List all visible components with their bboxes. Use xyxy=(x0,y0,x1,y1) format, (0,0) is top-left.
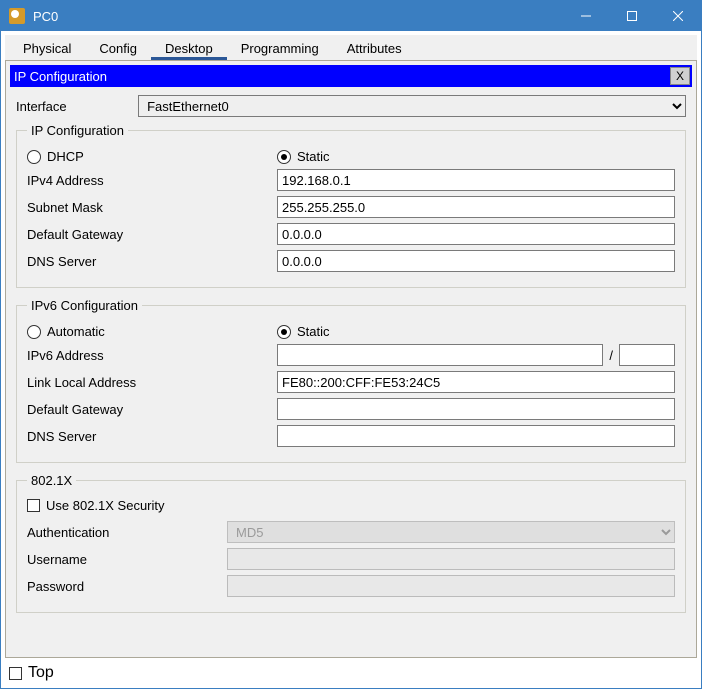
ipv6-prefix-input[interactable] xyxy=(619,344,675,366)
ipv6-gw-input[interactable] xyxy=(277,398,675,420)
ipv4-mask-row: Subnet Mask xyxy=(27,196,675,218)
ipv4-static-label: Static xyxy=(297,149,330,164)
ipv6-ll-input[interactable] xyxy=(277,371,675,393)
form-area: Interface FastEthernet0 IP Configuration… xyxy=(10,87,692,653)
checkbox-icon xyxy=(9,667,22,680)
maximize-button[interactable] xyxy=(609,1,655,31)
panel-wrap: IP Configuration X Interface FastEtherne… xyxy=(5,61,697,658)
interface-label: Interface xyxy=(16,99,130,114)
dot1x-use-label: Use 802.1X Security xyxy=(46,498,165,513)
dot1x-use-checkbox[interactable]: Use 802.1X Security xyxy=(27,498,675,513)
panel-header: IP Configuration X xyxy=(10,65,692,87)
ipv6-mode-row: Automatic Static xyxy=(27,324,675,339)
ipv4-dns-label: DNS Server xyxy=(27,254,277,269)
app-window: PC0 Physical Config Desktop Programming … xyxy=(0,0,702,689)
ipv6-addr-input[interactable] xyxy=(277,344,603,366)
radio-icon xyxy=(277,325,291,339)
interface-row: Interface FastEthernet0 xyxy=(16,95,686,117)
ipv6-gw-row: Default Gateway xyxy=(27,398,675,420)
dot1x-auth-label: Authentication xyxy=(27,525,227,540)
close-button[interactable] xyxy=(655,1,701,31)
radio-icon xyxy=(27,150,41,164)
ipv4-legend: IP Configuration xyxy=(27,123,128,138)
ipv6-fieldset: IPv6 Configuration Automatic Static xyxy=(16,298,686,463)
tab-config[interactable]: Config xyxy=(85,37,151,60)
ipv4-dhcp-label: DHCP xyxy=(47,149,84,164)
ipv4-mode-row: DHCP Static xyxy=(27,149,675,164)
minimize-icon xyxy=(581,11,591,21)
ipv6-dns-row: DNS Server xyxy=(27,425,675,447)
ipv6-addr-label: IPv6 Address xyxy=(27,348,277,363)
ipv4-static-radio[interactable]: Static xyxy=(277,149,330,164)
dot1x-pass-row: Password xyxy=(27,575,675,597)
top-label: Top xyxy=(28,664,54,682)
radio-icon xyxy=(27,325,41,339)
ipv4-addr-input[interactable] xyxy=(277,169,675,191)
ipv6-ll-row: Link Local Address xyxy=(27,371,675,393)
ipv4-addr-row: IPv4 Address xyxy=(27,169,675,191)
checkbox-icon xyxy=(27,499,40,512)
dot1x-user-label: Username xyxy=(27,552,227,567)
ipv6-dns-input[interactable] xyxy=(277,425,675,447)
app-icon xyxy=(9,8,25,24)
dot1x-fieldset: 802.1X Use 802.1X Security Authenticatio… xyxy=(16,473,686,613)
tab-attributes[interactable]: Attributes xyxy=(333,37,416,60)
ipv6-gw-label: Default Gateway xyxy=(27,402,277,417)
radio-dot-icon xyxy=(281,329,287,335)
tab-desktop[interactable]: Desktop xyxy=(151,37,227,60)
content-area: Physical Config Desktop Programming Attr… xyxy=(1,31,701,688)
radio-icon xyxy=(277,150,291,164)
tab-physical[interactable]: Physical xyxy=(9,37,85,60)
dot1x-user-input xyxy=(227,548,675,570)
maximize-icon xyxy=(627,11,637,21)
ipv6-slash: / xyxy=(609,348,613,363)
close-icon xyxy=(673,11,683,21)
dot1x-pass-input xyxy=(227,575,675,597)
panel-close-button[interactable]: X xyxy=(670,67,690,85)
ipv6-addr-row: IPv6 Address / xyxy=(27,344,675,366)
ipv6-static-radio[interactable]: Static xyxy=(277,324,330,339)
dot1x-user-row: Username xyxy=(27,548,675,570)
panel-title: IP Configuration xyxy=(14,69,670,84)
top-checkbox[interactable]: Top xyxy=(9,664,54,682)
ipv4-dns-input[interactable] xyxy=(277,250,675,272)
dot1x-pass-label: Password xyxy=(27,579,227,594)
ipv4-dhcp-radio[interactable]: DHCP xyxy=(27,149,84,164)
ipv4-gw-label: Default Gateway xyxy=(27,227,277,242)
ipv4-addr-label: IPv4 Address xyxy=(27,173,277,188)
ipv4-mask-label: Subnet Mask xyxy=(27,200,277,215)
ipv6-auto-label: Automatic xyxy=(47,324,105,339)
ipv6-auto-radio[interactable]: Automatic xyxy=(27,324,105,339)
ipv6-ll-label: Link Local Address xyxy=(27,375,277,390)
ipv4-gw-input[interactable] xyxy=(277,223,675,245)
bottom-row: Top xyxy=(5,658,697,688)
dot1x-auth-select: MD5 xyxy=(227,521,675,543)
window-title: PC0 xyxy=(33,9,563,24)
ipv4-fieldset: IP Configuration DHCP Static xyxy=(16,123,686,288)
minimize-button[interactable] xyxy=(563,1,609,31)
ipv6-dns-label: DNS Server xyxy=(27,429,277,444)
ipv4-gw-row: Default Gateway xyxy=(27,223,675,245)
ipv4-dns-row: DNS Server xyxy=(27,250,675,272)
interface-select[interactable]: FastEthernet0 xyxy=(138,95,686,117)
ipv4-mask-input[interactable] xyxy=(277,196,675,218)
dot1x-auth-row: Authentication MD5 xyxy=(27,521,675,543)
tab-programming[interactable]: Programming xyxy=(227,37,333,60)
ipv6-static-label: Static xyxy=(297,324,330,339)
radio-dot-icon xyxy=(281,154,287,160)
dot1x-legend: 802.1X xyxy=(27,473,76,488)
ipv6-legend: IPv6 Configuration xyxy=(27,298,142,313)
titlebar: PC0 xyxy=(1,1,701,31)
tab-bar: Physical Config Desktop Programming Attr… xyxy=(5,35,697,61)
